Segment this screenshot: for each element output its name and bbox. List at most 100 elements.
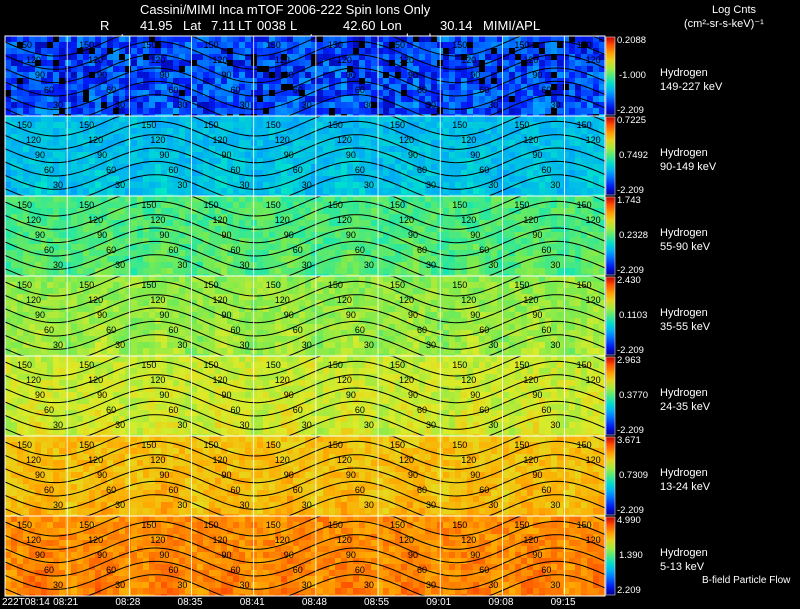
heatmap-cell [371, 60, 377, 66]
heatmap-cell [593, 158, 599, 164]
heatmap-cell [467, 102, 473, 108]
heatmap-cell [329, 300, 335, 306]
heatmap-cell [41, 140, 47, 146]
heatmap-cell [287, 122, 293, 128]
heatmap-cell [245, 152, 251, 158]
heatmap-cell [119, 214, 125, 220]
heatmap-cell [329, 182, 335, 188]
contour-label: 150 [266, 40, 281, 50]
heatmap-cell [359, 122, 365, 128]
heatmap-cell [581, 238, 587, 244]
heatmap-cell [395, 108, 401, 114]
heatmap-cell [65, 196, 71, 202]
heatmap-cell [371, 84, 377, 90]
heatmap-cell [431, 214, 437, 220]
heatmap-cell [407, 196, 413, 202]
heatmap-cell [167, 188, 173, 194]
contour-label: 150 [452, 40, 467, 50]
heatmap-cell [473, 42, 479, 48]
heatmap-cell [83, 256, 89, 262]
heatmap-cell [5, 102, 11, 108]
heatmap-cell [479, 116, 485, 122]
heatmap-cell [323, 188, 329, 194]
heatmap-cell [125, 78, 131, 84]
heatmap-cell [599, 122, 605, 128]
heatmap-cell [89, 78, 95, 84]
heatmap-cell [47, 276, 53, 282]
heatmap-cell [413, 288, 419, 294]
heatmap-cell [443, 196, 449, 202]
heatmap-cell [173, 232, 179, 238]
heatmap-cell [179, 48, 185, 54]
heatmap-cell [53, 214, 59, 220]
heatmap-cell [257, 122, 263, 128]
heatmap-cell [287, 196, 293, 202]
heatmap-cell [539, 208, 545, 214]
heatmap-cell [353, 176, 359, 182]
heatmap-cell [245, 128, 251, 134]
heatmap-cell [401, 72, 407, 78]
heatmap-cell [143, 268, 149, 274]
heatmap-cell [47, 294, 53, 300]
heatmap-cell [581, 158, 587, 164]
heatmap-cell [425, 276, 431, 282]
heatmap-cell [65, 208, 71, 214]
heatmap-cell [107, 256, 113, 262]
heatmap-cell [167, 36, 173, 42]
heatmap-cell [473, 188, 479, 194]
heatmap-cell [17, 134, 23, 140]
heatmap-cell [59, 36, 65, 42]
heatmap-cell [245, 140, 251, 146]
heatmap-cell [569, 268, 575, 274]
heatmap-cell [167, 108, 173, 114]
heatmap-cell [467, 128, 473, 134]
heatmap-cell [317, 122, 323, 128]
heatmap-cell [563, 220, 569, 226]
heatmap-cell [389, 170, 395, 176]
heatmap-cell [131, 196, 137, 202]
heatmap-cell [485, 158, 491, 164]
heatmap-cell [557, 60, 563, 66]
heatmap-cell [263, 300, 269, 306]
heatmap-cell [125, 170, 131, 176]
heatmap-cell [503, 128, 509, 134]
heatmap-cell [155, 262, 161, 268]
heatmap-cell [173, 276, 179, 282]
heatmap-cell [293, 102, 299, 108]
heatmap-cell [443, 122, 449, 128]
heatmap-cell [149, 176, 155, 182]
heatmap-cell [233, 268, 239, 274]
heatmap-cell [515, 176, 521, 182]
heatmap-cell [65, 122, 71, 128]
heatmap-cell [599, 282, 605, 288]
heatmap-cell [299, 196, 305, 202]
heatmap-cell [551, 164, 557, 170]
heatmap-cell [425, 214, 431, 220]
heatmap-cell [29, 188, 35, 194]
heatmap-cell [305, 152, 311, 158]
contour-label: 120 [337, 135, 352, 145]
heatmap-cell [197, 54, 203, 60]
heatmap-cell [383, 48, 389, 54]
heatmap-cell [53, 128, 59, 134]
heatmap-cell [107, 152, 113, 158]
heatmap-cell [65, 72, 71, 78]
contour-label: 90 [159, 70, 169, 80]
heatmap-cell [113, 158, 119, 164]
heatmap-cell [347, 188, 353, 194]
heatmap-cell [569, 72, 575, 78]
heatmap-cell [65, 48, 71, 54]
heatmap-cell [137, 244, 143, 250]
heatmap-cell [71, 96, 77, 102]
heatmap-cell [575, 220, 581, 226]
contour-label: 120 [523, 55, 538, 65]
heatmap-cell [401, 164, 407, 170]
heatmap-cell [77, 188, 83, 194]
heatmap-cell [137, 262, 143, 268]
heatmap-cell [263, 256, 269, 262]
heatmap-cell [449, 170, 455, 176]
heatmap-cell [503, 84, 509, 90]
heatmap-cell [233, 214, 239, 220]
heatmap-cell [47, 202, 53, 208]
heatmap-cell [353, 42, 359, 48]
